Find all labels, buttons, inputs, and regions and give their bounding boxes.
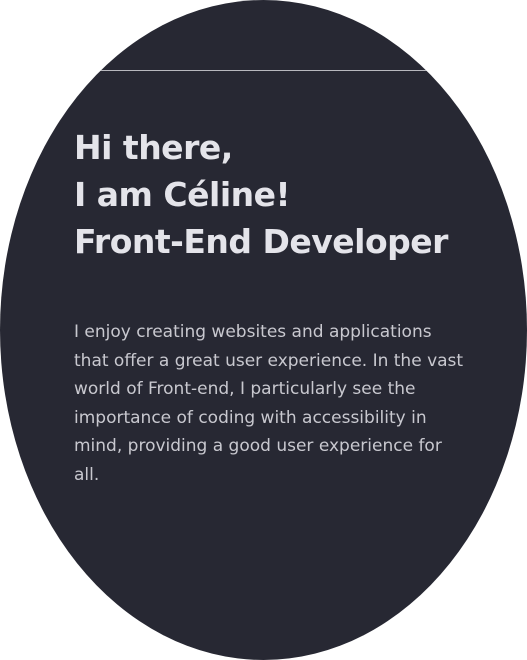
divider [0, 70, 527, 71]
heading-line-role: Front-End Developer [74, 222, 448, 261]
intro-paragraph: I enjoy creating websites and applicatio… [74, 322, 464, 485]
heading-line-name: I am Céline! [74, 175, 291, 214]
hero-heading: Hi there, I am Céline! Front-End Develop… [74, 124, 448, 265]
heading-line-greeting: Hi there, [74, 128, 233, 167]
hero-ellipse: Hi there, I am Céline! Front-End Develop… [0, 0, 527, 660]
